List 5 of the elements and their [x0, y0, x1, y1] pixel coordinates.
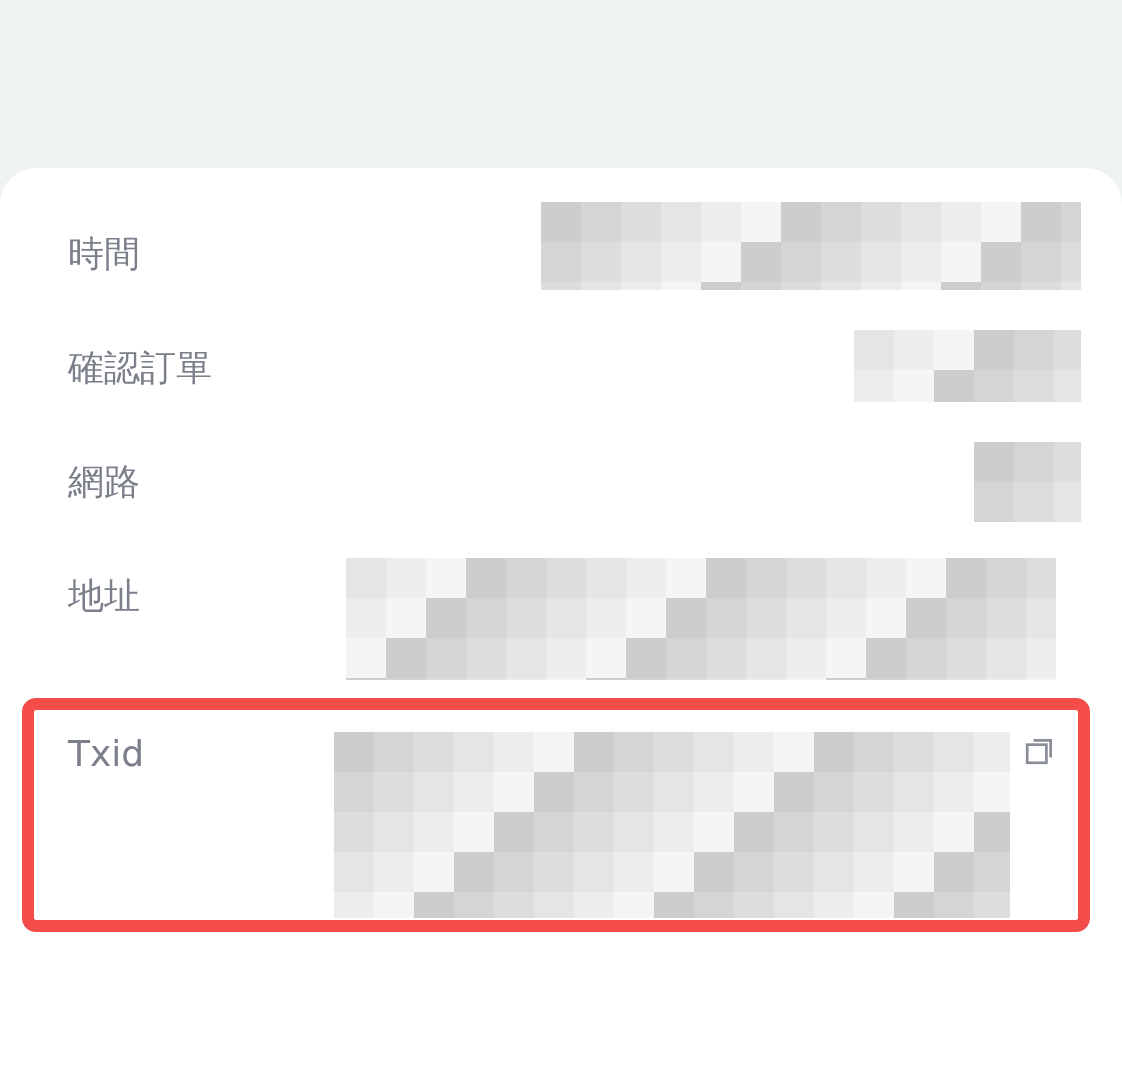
row-label: 時間: [67, 232, 141, 276]
row-label: 地址: [67, 574, 141, 618]
row-label: 網路: [67, 460, 141, 504]
row-label: Txid: [67, 732, 146, 776]
row-label: 確認訂單: [67, 346, 213, 390]
